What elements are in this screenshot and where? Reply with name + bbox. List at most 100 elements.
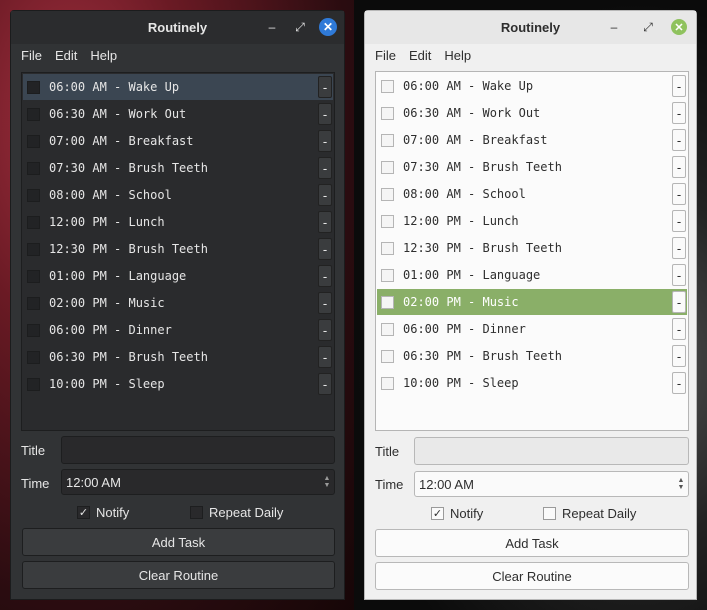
delete-task-button[interactable]: -	[672, 183, 686, 205]
task-checkbox[interactable]	[381, 133, 394, 147]
close-icon[interactable]: ✕	[671, 19, 687, 35]
delete-task-button[interactable]: -	[318, 184, 332, 206]
task-checkbox[interactable]	[27, 80, 40, 94]
menu-help[interactable]: Help	[444, 48, 471, 63]
task-row[interactable]: 06:30 AM - Work Out -	[23, 101, 333, 127]
task-row[interactable]: 06:30 PM - Brush Teeth -	[377, 343, 687, 369]
task-row[interactable]: 06:30 PM - Brush Teeth -	[23, 344, 333, 370]
delete-task-button[interactable]: -	[672, 372, 686, 394]
task-row[interactable]: 10:00 PM - Sleep -	[377, 370, 687, 396]
task-checkbox[interactable]	[27, 107, 40, 121]
maximize-icon[interactable]: ⤢	[292, 19, 308, 35]
task-row[interactable]: 01:00 PM - Language -	[23, 263, 333, 289]
task-checkbox[interactable]	[27, 269, 40, 283]
spin-up-icon[interactable]: ▲	[324, 475, 331, 482]
task-row[interactable]: 06:00 PM - Dinner -	[377, 316, 687, 342]
delete-task-button[interactable]: -	[318, 157, 332, 179]
delete-task-button[interactable]: -	[318, 103, 332, 125]
delete-task-button[interactable]: -	[672, 210, 686, 232]
task-checkbox[interactable]	[27, 215, 40, 229]
task-row[interactable]: 08:00 AM - School -	[23, 182, 333, 208]
add-task-button[interactable]: Add Task	[375, 529, 689, 557]
title-input[interactable]	[61, 436, 335, 464]
task-checkbox[interactable]	[381, 295, 394, 309]
spin-down-icon[interactable]: ▼	[324, 482, 331, 489]
delete-task-button[interactable]: -	[318, 319, 332, 341]
menu-file[interactable]: File	[21, 48, 42, 63]
task-list[interactable]: 06:00 AM - Wake Up -06:30 AM - Work Out -0…	[375, 71, 689, 431]
minimize-icon[interactable]: –	[606, 19, 622, 35]
task-row[interactable]: 07:00 AM - Breakfast -	[23, 128, 333, 154]
delete-task-button[interactable]: -	[318, 346, 332, 368]
delete-task-button[interactable]: -	[318, 292, 332, 314]
repeat-daily-checkbox[interactable]: Repeat Daily	[190, 505, 283, 520]
task-checkbox[interactable]	[381, 106, 394, 120]
task-row[interactable]: 07:00 AM - Breakfast -	[377, 127, 687, 153]
task-row[interactable]: 07:30 AM - Brush Teeth -	[377, 154, 687, 180]
task-checkbox[interactable]	[381, 241, 394, 255]
task-checkbox[interactable]	[27, 242, 40, 256]
task-row[interactable]: 12:30 PM - Brush Teeth -	[23, 236, 333, 262]
task-row[interactable]: 10:00 PM - Sleep -	[23, 371, 333, 397]
close-icon[interactable]: ✕	[319, 18, 337, 36]
delete-task-button[interactable]: -	[672, 291, 686, 313]
task-checkbox[interactable]	[381, 187, 394, 201]
task-row[interactable]: 06:00 AM - Wake Up -	[377, 73, 687, 99]
delete-task-button[interactable]: -	[672, 345, 686, 367]
task-checkbox[interactable]	[27, 188, 40, 202]
clear-routine-button[interactable]: Clear Routine	[22, 561, 335, 589]
delete-task-button[interactable]: -	[672, 129, 686, 151]
delete-task-button[interactable]: -	[318, 130, 332, 152]
task-checkbox[interactable]	[381, 214, 394, 228]
delete-task-button[interactable]: -	[672, 75, 686, 97]
task-checkbox[interactable]	[27, 161, 40, 175]
spin-buttons[interactable]: ▲ ▼	[320, 470, 334, 494]
delete-task-button[interactable]: -	[672, 156, 686, 178]
menu-file[interactable]: File	[375, 48, 396, 63]
task-checkbox[interactable]	[27, 134, 40, 148]
task-checkbox[interactable]	[381, 268, 394, 282]
time-spinbox[interactable]: 12:00 AM ▲ ▼	[414, 471, 689, 497]
task-checkbox[interactable]	[381, 79, 394, 93]
notify-checkbox[interactable]: ✓ Notify	[431, 506, 483, 521]
task-checkbox[interactable]	[381, 322, 394, 336]
task-row[interactable]: 02:00 PM - Music -	[377, 289, 687, 315]
task-row[interactable]: 06:00 PM - Dinner -	[23, 317, 333, 343]
menu-help[interactable]: Help	[90, 48, 117, 63]
delete-task-button[interactable]: -	[318, 265, 332, 287]
task-row[interactable]: 12:00 PM - Lunch -	[377, 208, 687, 234]
maximize-icon[interactable]: ⤢	[640, 19, 656, 35]
delete-task-button[interactable]: -	[672, 264, 686, 286]
task-row[interactable]: 12:30 PM - Brush Teeth -	[377, 235, 687, 261]
delete-task-button[interactable]: -	[318, 76, 332, 98]
task-checkbox[interactable]	[27, 377, 40, 391]
delete-task-button[interactable]: -	[318, 373, 332, 395]
delete-task-button[interactable]: -	[318, 211, 332, 233]
spin-up-icon[interactable]: ▲	[678, 477, 685, 484]
task-row[interactable]: 12:00 PM - Lunch -	[23, 209, 333, 235]
task-row[interactable]: 08:00 AM - School -	[377, 181, 687, 207]
time-spinbox[interactable]: 12:00 AM ▲ ▼	[61, 469, 335, 495]
task-checkbox[interactable]	[381, 376, 394, 390]
repeat-daily-checkbox[interactable]: Repeat Daily	[543, 506, 636, 521]
notify-checkbox[interactable]: ✓ Notify	[77, 505, 129, 520]
task-row[interactable]: 02:00 PM - Music -	[23, 290, 333, 316]
clear-routine-button[interactable]: Clear Routine	[375, 562, 689, 590]
delete-task-button[interactable]: -	[672, 102, 686, 124]
minimize-icon[interactable]: –	[264, 19, 280, 35]
delete-task-button[interactable]: -	[672, 318, 686, 340]
task-row[interactable]: 07:30 AM - Brush Teeth -	[23, 155, 333, 181]
add-task-button[interactable]: Add Task	[22, 528, 335, 556]
menu-edit[interactable]: Edit	[55, 48, 77, 63]
task-list[interactable]: 06:00 AM - Wake Up -06:30 AM - Work Out -0…	[21, 72, 335, 431]
title-input[interactable]	[414, 437, 689, 465]
task-checkbox[interactable]	[27, 323, 40, 337]
task-checkbox[interactable]	[381, 349, 394, 363]
task-checkbox[interactable]	[381, 160, 394, 174]
spin-buttons[interactable]: ▲ ▼	[674, 472, 688, 496]
task-checkbox[interactable]	[27, 350, 40, 364]
task-checkbox[interactable]	[27, 296, 40, 310]
spin-down-icon[interactable]: ▼	[678, 484, 685, 491]
task-row[interactable]: 06:00 AM - Wake Up -	[23, 74, 333, 100]
delete-task-button[interactable]: -	[672, 237, 686, 259]
